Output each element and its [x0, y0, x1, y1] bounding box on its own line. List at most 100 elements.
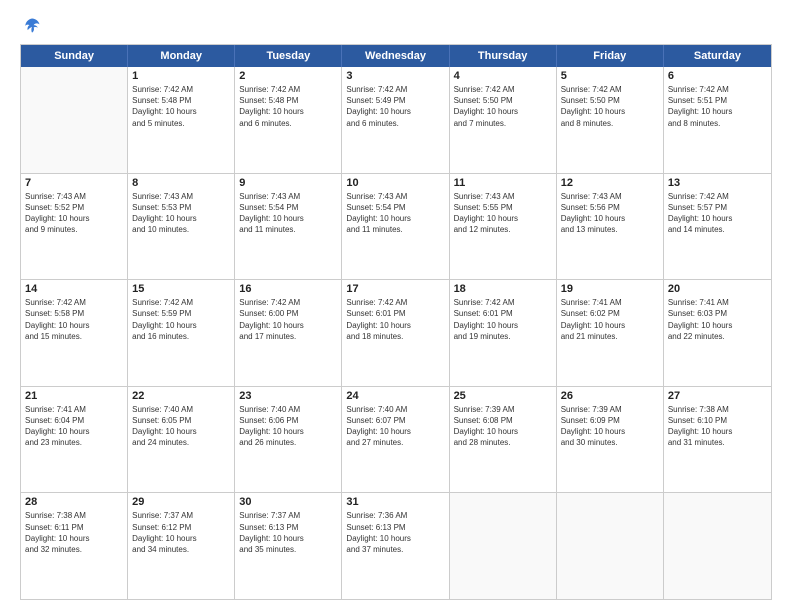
day-number: 18 [454, 283, 552, 295]
day-number: 20 [668, 283, 767, 295]
header-day-monday: Monday [128, 45, 235, 67]
calendar-week-5: 28 Sunrise: 7:38 AM Sunset: 6:11 PM Dayli… [21, 493, 771, 599]
day-number: 6 [668, 70, 767, 82]
day-info: Sunrise: 7:43 AM Sunset: 5:53 PM Dayligh… [132, 191, 230, 236]
day-number: 4 [454, 70, 552, 82]
day-number: 5 [561, 70, 659, 82]
calendar-day-4: 4 Sunrise: 7:42 AM Sunset: 5:50 PM Daylig… [450, 67, 557, 173]
header-day-sunday: Sunday [21, 45, 128, 67]
day-number: 3 [346, 70, 444, 82]
day-info: Sunrise: 7:38 AM Sunset: 6:11 PM Dayligh… [25, 510, 123, 555]
day-info: Sunrise: 7:42 AM Sunset: 5:51 PM Dayligh… [668, 84, 767, 129]
calendar-week-3: 14 Sunrise: 7:42 AM Sunset: 5:58 PM Dayli… [21, 280, 771, 387]
day-number: 8 [132, 177, 230, 189]
calendar-day-19: 19 Sunrise: 7:41 AM Sunset: 6:02 PM Dayli… [557, 280, 664, 386]
calendar-day-7: 7Sunrise: 7:43 AM Sunset: 5:52 PM Daylig… [21, 174, 128, 280]
day-number: 15 [132, 283, 230, 295]
day-number: 16 [239, 283, 337, 295]
day-info: Sunrise: 7:36 AM Sunset: 6:13 PM Dayligh… [346, 510, 444, 555]
day-number: 22 [132, 390, 230, 402]
logo-bird-icon [22, 16, 42, 36]
day-number: 26 [561, 390, 659, 402]
day-info: Sunrise: 7:38 AM Sunset: 6:10 PM Dayligh… [668, 404, 767, 449]
calendar-header: SundayMondayTuesdayWednesdayThursdayFrid… [21, 45, 771, 67]
day-info: Sunrise: 7:42 AM Sunset: 5:50 PM Dayligh… [561, 84, 659, 129]
day-info: Sunrise: 7:40 AM Sunset: 6:07 PM Dayligh… [346, 404, 444, 449]
day-number: 21 [25, 390, 123, 402]
day-info: Sunrise: 7:40 AM Sunset: 6:06 PM Dayligh… [239, 404, 337, 449]
day-info: Sunrise: 7:39 AM Sunset: 6:09 PM Dayligh… [561, 404, 659, 449]
calendar-empty-cell [664, 493, 771, 599]
day-info: Sunrise: 7:42 AM Sunset: 6:01 PM Dayligh… [454, 297, 552, 342]
calendar-day-23: 23 Sunrise: 7:40 AM Sunset: 6:06 PM Dayli… [235, 387, 342, 493]
calendar-day-28: 28 Sunrise: 7:38 AM Sunset: 6:11 PM Dayli… [21, 493, 128, 599]
day-info: Sunrise: 7:41 AM Sunset: 6:02 PM Dayligh… [561, 297, 659, 342]
day-number: 19 [561, 283, 659, 295]
day-info: Sunrise: 7:42 AM Sunset: 5:50 PM Dayligh… [454, 84, 552, 129]
logo [20, 16, 42, 36]
calendar-week-1: 1 Sunrise: 7:42 AM Sunset: 5:48 PM Daylig… [21, 67, 771, 174]
day-info: Sunrise: 7:43 AM Sunset: 5:55 PM Dayligh… [454, 191, 552, 236]
day-number: 24 [346, 390, 444, 402]
day-info: Sunrise: 7:39 AM Sunset: 6:08 PM Dayligh… [454, 404, 552, 449]
day-info: Sunrise: 7:43 AM Sunset: 5:54 PM Dayligh… [239, 191, 337, 236]
day-number: 12 [561, 177, 659, 189]
header-day-saturday: Saturday [664, 45, 771, 67]
day-info: Sunrise: 7:42 AM Sunset: 5:57 PM Dayligh… [668, 191, 767, 236]
header [20, 16, 772, 36]
day-number: 10 [346, 177, 444, 189]
day-info: Sunrise: 7:40 AM Sunset: 6:05 PM Dayligh… [132, 404, 230, 449]
calendar-day-1: 1 Sunrise: 7:42 AM Sunset: 5:48 PM Daylig… [128, 67, 235, 173]
calendar-day-9: 9 Sunrise: 7:43 AM Sunset: 5:54 PM Daylig… [235, 174, 342, 280]
day-number: 30 [239, 496, 337, 508]
day-number: 1 [132, 70, 230, 82]
calendar-day-13: 13 Sunrise: 7:42 AM Sunset: 5:57 PM Dayli… [664, 174, 771, 280]
day-info: Sunrise: 7:41 AM Sunset: 6:04 PM Dayligh… [25, 404, 123, 449]
header-day-tuesday: Tuesday [235, 45, 342, 67]
day-info: Sunrise: 7:37 AM Sunset: 6:12 PM Dayligh… [132, 510, 230, 555]
day-number: 13 [668, 177, 767, 189]
day-number: 9 [239, 177, 337, 189]
calendar-day-18: 18 Sunrise: 7:42 AM Sunset: 6:01 PM Dayli… [450, 280, 557, 386]
calendar-day-15: 15 Sunrise: 7:42 AM Sunset: 5:59 PM Dayli… [128, 280, 235, 386]
day-number: 11 [454, 177, 552, 189]
calendar-empty-cell [450, 493, 557, 599]
day-info: Sunrise: 7:42 AM Sunset: 5:58 PM Dayligh… [25, 297, 123, 342]
calendar-day-21: 21 Sunrise: 7:41 AM Sunset: 6:04 PM Dayli… [21, 387, 128, 493]
day-info: Sunrise: 7:41 AM Sunset: 6:03 PM Dayligh… [668, 297, 767, 342]
header-day-wednesday: Wednesday [342, 45, 449, 67]
calendar-day-16: 16 Sunrise: 7:42 AM Sunset: 6:00 PM Dayli… [235, 280, 342, 386]
calendar-day-26: 26 Sunrise: 7:39 AM Sunset: 6:09 PM Dayli… [557, 387, 664, 493]
calendar-day-8: 8 Sunrise: 7:43 AM Sunset: 5:53 PM Daylig… [128, 174, 235, 280]
calendar-day-17: 17 Sunrise: 7:42 AM Sunset: 6:01 PM Dayli… [342, 280, 449, 386]
day-info: Sunrise: 7:42 AM Sunset: 5:59 PM Dayligh… [132, 297, 230, 342]
day-number: 27 [668, 390, 767, 402]
calendar-day-20: 20 Sunrise: 7:41 AM Sunset: 6:03 PM Dayli… [664, 280, 771, 386]
calendar-day-31: 31Sunrise: 7:36 AM Sunset: 6:13 PM Dayli… [342, 493, 449, 599]
day-info: Sunrise: 7:43 AM Sunset: 5:56 PM Dayligh… [561, 191, 659, 236]
day-info: Sunrise: 7:42 AM Sunset: 6:01 PM Dayligh… [346, 297, 444, 342]
calendar-empty-cell [557, 493, 664, 599]
calendar-week-4: 21 Sunrise: 7:41 AM Sunset: 6:04 PM Dayli… [21, 387, 771, 494]
calendar-day-29: 29Sunrise: 7:37 AM Sunset: 6:12 PM Dayli… [128, 493, 235, 599]
day-number: 17 [346, 283, 444, 295]
day-info: Sunrise: 7:42 AM Sunset: 6:00 PM Dayligh… [239, 297, 337, 342]
calendar-day-3: 3 Sunrise: 7:42 AM Sunset: 5:49 PM Daylig… [342, 67, 449, 173]
day-number: 23 [239, 390, 337, 402]
calendar-day-24: 24 Sunrise: 7:40 AM Sunset: 6:07 PM Dayli… [342, 387, 449, 493]
calendar-day-10: 10Sunrise: 7:43 AM Sunset: 5:54 PM Dayli… [342, 174, 449, 280]
calendar-day-25: 25 Sunrise: 7:39 AM Sunset: 6:08 PM Dayli… [450, 387, 557, 493]
calendar-day-11: 11 Sunrise: 7:43 AM Sunset: 5:55 PM Dayli… [450, 174, 557, 280]
day-info: Sunrise: 7:42 AM Sunset: 5:48 PM Dayligh… [132, 84, 230, 129]
day-number: 2 [239, 70, 337, 82]
calendar-day-2: 2 Sunrise: 7:42 AM Sunset: 5:48 PM Daylig… [235, 67, 342, 173]
day-number: 25 [454, 390, 552, 402]
calendar-empty-cell [21, 67, 128, 173]
calendar-day-5: 5 Sunrise: 7:42 AM Sunset: 5:50 PM Daylig… [557, 67, 664, 173]
calendar-day-30: 30Sunrise: 7:37 AM Sunset: 6:13 PM Dayli… [235, 493, 342, 599]
day-number: 28 [25, 496, 123, 508]
page: SundayMondayTuesdayWednesdayThursdayFrid… [0, 0, 792, 612]
day-info: Sunrise: 7:42 AM Sunset: 5:48 PM Dayligh… [239, 84, 337, 129]
day-info: Sunrise: 7:42 AM Sunset: 5:49 PM Dayligh… [346, 84, 444, 129]
day-number: 14 [25, 283, 123, 295]
